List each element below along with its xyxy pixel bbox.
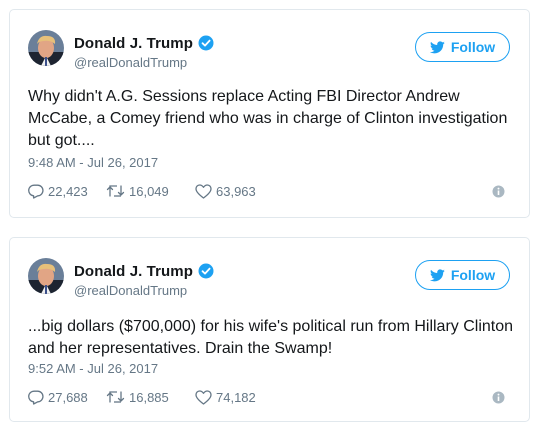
like-count: 74,182 [216, 389, 256, 405]
verified-badge-icon [198, 35, 214, 51]
author-handle[interactable]: @realDonaldTrump [74, 55, 214, 70]
avatar[interactable] [28, 258, 64, 294]
tweet-card: Donald J. Trump @realDonaldTrump Follow … [9, 9, 530, 218]
tweet-timestamp[interactable]: 9:52 AM - Jul 26, 2017 [28, 361, 158, 376]
reply-icon [28, 184, 44, 199]
heart-icon [195, 183, 212, 199]
retweet-count: 16,885 [129, 389, 169, 405]
follow-button[interactable]: Follow [415, 260, 510, 290]
follow-button[interactable]: Follow [415, 32, 510, 62]
avatar[interactable] [28, 30, 64, 66]
follow-label: Follow [450, 39, 496, 55]
reply-button[interactable]: 22,423 [28, 184, 106, 199]
twitter-bird-icon [429, 268, 445, 281]
tweet-card: Donald J. Trump @realDonaldTrump Follow … [9, 237, 530, 422]
info-icon[interactable] [492, 185, 505, 198]
retweet-button[interactable]: 16,885 [106, 390, 195, 405]
retweet-icon [106, 391, 125, 403]
heart-icon [195, 389, 212, 405]
reply-count: 27,688 [48, 389, 88, 405]
tweet-text: ...big dollars ($700,000) for his wife's… [28, 318, 514, 357]
reply-icon [28, 390, 44, 405]
verified-badge-icon [198, 263, 214, 279]
follow-label: Follow [450, 267, 496, 283]
retweet-count: 16,049 [129, 183, 169, 199]
like-button[interactable]: 74,182 [195, 390, 285, 405]
like-button[interactable]: 63,963 [195, 184, 285, 199]
tweet-text: Why didn't A.G. Sessions replace Acting … [28, 88, 508, 149]
retweet-icon [106, 185, 125, 197]
reply-button[interactable]: 27,688 [28, 390, 106, 405]
reply-count: 22,423 [48, 183, 88, 199]
twitter-bird-icon [429, 40, 445, 53]
retweet-button[interactable]: 16,049 [106, 184, 195, 199]
like-count: 63,963 [216, 183, 256, 199]
author-block: Donald J. Trump @realDonaldTrump [74, 34, 214, 70]
tweet-timestamp[interactable]: 9:48 AM - Jul 26, 2017 [28, 155, 158, 170]
tweet-actions: 22,423 16,049 63,963 [28, 181, 285, 201]
author-block: Donald J. Trump @realDonaldTrump [74, 262, 214, 298]
author-name[interactable]: Donald J. Trump [74, 35, 193, 52]
tweet-actions: 27,688 16,885 74,182 [28, 387, 285, 407]
author-handle[interactable]: @realDonaldTrump [74, 283, 214, 298]
author-name[interactable]: Donald J. Trump [74, 263, 193, 280]
info-icon[interactable] [492, 391, 505, 404]
